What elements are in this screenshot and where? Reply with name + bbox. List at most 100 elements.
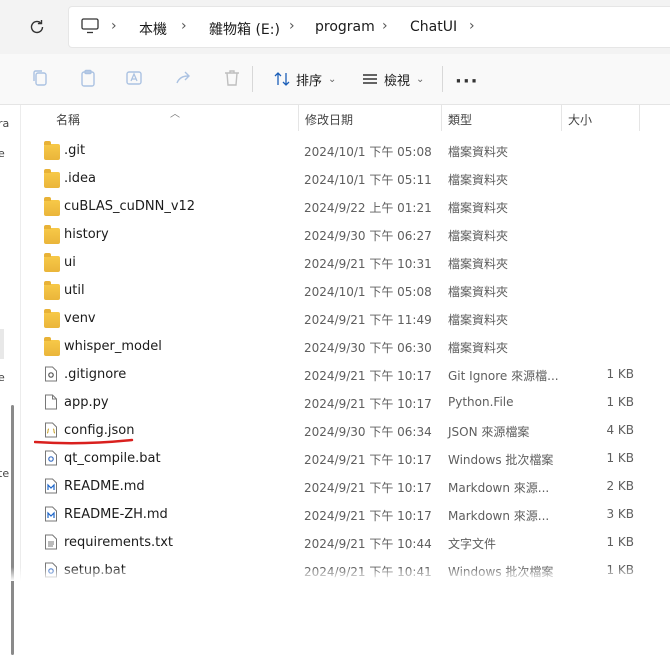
- command-bar: 排序 ⌄ 檢視 ⌄ ···: [0, 54, 670, 105]
- file-row[interactable]: .idea 2024/10/1 下午 05:11 檔案資料夾: [22, 164, 670, 192]
- md-file-icon: [44, 478, 60, 494]
- file-type: 檔案資料夾: [448, 173, 509, 187]
- bat-file-icon: [44, 450, 60, 466]
- file-type: 檔案資料夾: [448, 341, 509, 355]
- file-row[interactable]: util 2024/10/1 下午 05:08 檔案資料夾: [22, 276, 670, 304]
- file-row[interactable]: whisper_model 2024/9/30 下午 06:30 檔案資料夾: [22, 332, 670, 360]
- file-size: 1 KB: [606, 395, 634, 409]
- file-date-modified: 2024/9/30 下午 06:30: [304, 341, 432, 355]
- file-date-modified: 2024/10/1 下午 05:08: [304, 285, 432, 299]
- file-type: Windows 批次檔案: [448, 453, 554, 467]
- refresh-icon[interactable]: [27, 17, 47, 37]
- more-options-button[interactable]: ···: [455, 71, 479, 92]
- column-header-name[interactable]: 名稱: [56, 111, 80, 128]
- column-header-type[interactable]: 類型: [448, 111, 472, 128]
- breadcrumb-drive-e[interactable]: 雜物箱 (E:): [209, 19, 280, 39]
- file-row[interactable]: README.md 2024/9/21 下午 10:17 Markdown 來源..…: [22, 472, 670, 500]
- nav-item-fragment[interactable]: te: [0, 467, 9, 480]
- sort-button[interactable]: 排序 ⌄: [274, 68, 336, 90]
- file-type: 檔案資料夾: [448, 313, 509, 327]
- column-header-date[interactable]: 修改日期: [305, 111, 353, 128]
- folder-icon: [44, 225, 60, 244]
- breadcrumb-this-pc[interactable]: 本機: [139, 19, 167, 39]
- list-fade: [0, 567, 670, 581]
- file-name: .idea: [64, 171, 96, 186]
- chevron-right-icon[interactable]: ›: [111, 18, 117, 34]
- column-divider[interactable]: [441, 105, 442, 131]
- nav-scrollbar[interactable]: [11, 405, 14, 655]
- file-row[interactable]: history 2024/9/30 下午 06:27 檔案資料夾: [22, 220, 670, 248]
- view-icon: [363, 74, 377, 84]
- address-bar-row: › 本機 › 雜物箱 (E:) › program › ChatUI ›: [0, 0, 670, 54]
- file-row[interactable]: README-ZH.md 2024/9/21 下午 10:17 Markdown 來…: [22, 500, 670, 528]
- file-row[interactable]: cuBLAS_cuDNN_v12 2024/9/22 上午 01:21 檔案資料夾: [22, 192, 670, 220]
- file-type: 檔案資料夾: [448, 145, 509, 159]
- chevron-right-icon[interactable]: ›: [181, 18, 187, 34]
- column-divider[interactable]: [298, 105, 299, 131]
- file-date-modified: 2024/9/30 下午 06:34: [304, 425, 432, 439]
- paste-icon[interactable]: [78, 68, 98, 88]
- chevron-right-icon[interactable]: ›: [289, 18, 295, 34]
- column-divider[interactable]: [639, 105, 640, 131]
- file-size: 2 KB: [606, 479, 634, 493]
- rename-icon[interactable]: [125, 68, 145, 88]
- file-name: app.py: [64, 395, 109, 410]
- chevron-right-icon[interactable]: ›: [382, 18, 388, 34]
- file-row[interactable]: requirements.txt 2024/9/21 下午 10:44 文字文件 1 …: [22, 528, 670, 556]
- sort-ascending-icon: ︿: [170, 109, 180, 120]
- folder-icon: [44, 169, 60, 188]
- file-row[interactable]: qt_compile.bat 2024/9/21 下午 10:17 Windows …: [22, 444, 670, 472]
- column-divider[interactable]: [561, 105, 562, 131]
- column-header-size[interactable]: 大小: [568, 111, 592, 128]
- file-date-modified: 2024/9/30 下午 06:27: [304, 229, 432, 243]
- address-box[interactable]: › 本機 › 雜物箱 (E:) › program › ChatUI ›: [68, 6, 670, 48]
- nav-item-fragment[interactable]: e: [0, 371, 5, 384]
- folder-icon: [44, 309, 60, 328]
- folder-icon: [44, 197, 60, 216]
- breadcrumb-chatui[interactable]: ChatUI: [410, 19, 457, 35]
- nav-item-fragment[interactable]: ra: [0, 117, 9, 130]
- file-list: .git 2024/10/1 下午 05:08 檔案資料夾 .idea 2024/10/…: [22, 136, 670, 584]
- file-type: Python.File: [448, 395, 514, 409]
- file-row[interactable]: app.py 2024/9/21 下午 10:17 Python.File 1 KB: [22, 388, 670, 416]
- file-date-modified: 2024/9/21 下午 10:17: [304, 453, 432, 467]
- file-type: JSON 來源檔案: [448, 425, 530, 439]
- folder-icon: [44, 281, 60, 300]
- computer-icon[interactable]: [81, 18, 99, 34]
- file-date-modified: 2024/9/21 下午 10:31: [304, 257, 432, 271]
- view-button[interactable]: 檢視 ⌄: [362, 68, 424, 90]
- file-row[interactable]: ui 2024/9/21 下午 10:31 檔案資料夾: [22, 248, 670, 276]
- folder-icon: [44, 253, 60, 272]
- chevron-right-icon[interactable]: ›: [469, 18, 475, 34]
- file-date-modified: 2024/9/21 下午 10:17: [304, 509, 432, 523]
- file-name: util: [64, 283, 85, 298]
- file-type: 檔案資料夾: [448, 257, 509, 271]
- file-date-modified: 2024/9/21 下午 10:17: [304, 397, 432, 411]
- file-type: Git Ignore 來源檔...: [448, 369, 559, 383]
- file-size: 3 KB: [606, 507, 634, 521]
- nav-item-fragment[interactable]: e: [0, 147, 5, 160]
- copy-icon[interactable]: [30, 68, 50, 88]
- sort-icon: [274, 72, 290, 86]
- file-size: 1 KB: [606, 451, 634, 465]
- navigation-pane[interactable]: ra e e te: [0, 105, 21, 655]
- breadcrumb-program[interactable]: program: [315, 19, 375, 35]
- red-underline-annotation: [34, 438, 134, 445]
- file-name: cuBLAS_cuDNN_v12: [64, 199, 196, 214]
- file-name: .gitignore: [64, 367, 127, 382]
- gear-file-icon: [44, 366, 60, 382]
- file-name: requirements.txt: [64, 535, 174, 550]
- file-date-modified: 2024/10/1 下午 05:08: [304, 145, 432, 159]
- file-row[interactable]: .gitignore 2024/9/21 下午 10:17 Git Ignore 來…: [22, 360, 670, 388]
- file-size: 1 KB: [606, 535, 634, 549]
- file-type: 檔案資料夾: [448, 285, 509, 299]
- delete-icon[interactable]: [222, 68, 242, 88]
- file-date-modified: 2024/9/22 上午 01:21: [304, 201, 432, 215]
- file-type: 文字文件: [448, 537, 497, 551]
- file-name: README.md: [64, 479, 145, 494]
- file-date-modified: 2024/10/1 下午 05:11: [304, 173, 432, 187]
- share-icon[interactable]: [174, 68, 194, 88]
- file-row[interactable]: venv 2024/9/21 下午 11:49 檔案資料夾: [22, 304, 670, 332]
- file-row[interactable]: .git 2024/10/1 下午 05:08 檔案資料夾: [22, 136, 670, 164]
- file-type: Markdown 來源...: [448, 509, 550, 523]
